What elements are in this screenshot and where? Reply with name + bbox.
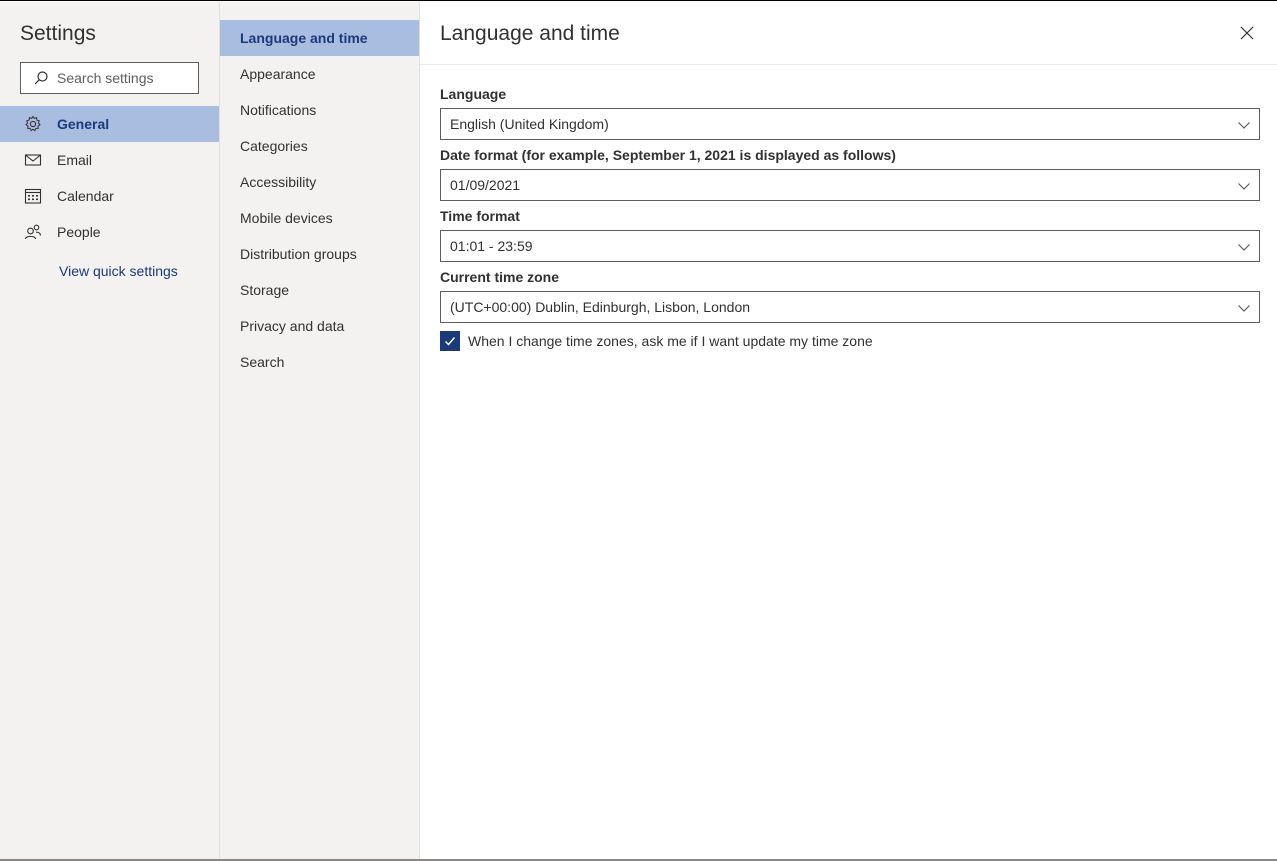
date-format-value: 01/09/2021 (450, 177, 521, 193)
time-zone-value: (UTC+00:00) Dublin, Edinburgh, Lisbon, L… (450, 299, 751, 315)
chevron-down-icon (1238, 183, 1250, 190)
settings-title: Settings (20, 22, 96, 45)
nav-item-calendar-label: Calendar (57, 188, 114, 204)
date-format-dropdown[interactable]: 01/09/2021 (440, 169, 1260, 201)
mail-icon (24, 151, 42, 169)
people-icon (24, 223, 42, 241)
language-value: English (United Kingdom) (450, 116, 609, 132)
close-icon (1240, 26, 1254, 40)
language-and-time-pane: Language and time Language English (Unit… (420, 2, 1277, 859)
time-zone-prompt-option[interactable]: When I change time zones, ask me if I wa… (440, 331, 873, 351)
nav-item-people[interactable]: People (0, 214, 219, 250)
general-subcategory-nav: Language and time Appearance Notificatio… (220, 2, 420, 859)
chevron-down-icon (1238, 122, 1250, 129)
time-zone-prompt-label: When I change time zones, ask me if I wa… (468, 333, 873, 349)
nav-item-email[interactable]: Email (0, 142, 219, 178)
subnav-item-notifications[interactable]: Notifications (220, 92, 419, 128)
subnav-item-appearance[interactable]: Appearance (220, 56, 419, 92)
time-format-value: 01:01 - 23:59 (450, 238, 533, 254)
calendar-icon (24, 187, 42, 205)
time-format-dropdown[interactable]: 01:01 - 23:59 (440, 230, 1260, 262)
subnav-item-categories[interactable]: Categories (220, 128, 419, 164)
nav-item-people-label: People (57, 224, 101, 240)
nav-item-general-label: General (57, 116, 110, 132)
time-zone-prompt-checkbox[interactable] (440, 331, 460, 351)
time-zone-dropdown[interactable]: (UTC+00:00) Dublin, Edinburgh, Lisbon, L… (440, 291, 1260, 323)
nav-item-email-label: Email (57, 152, 93, 168)
close-button[interactable] (1238, 24, 1256, 42)
settings-category-nav: Settings General (0, 2, 220, 859)
gear-icon (24, 115, 42, 133)
subnav-item-privacy-and-data[interactable]: Privacy and data (220, 308, 419, 344)
language-label: Language (440, 86, 507, 102)
date-format-label: Date format (for example, September 1, 2… (440, 147, 896, 163)
settings-window: Settings General (0, 0, 1277, 861)
nav-item-general[interactable]: General (0, 106, 219, 142)
subnav-item-storage[interactable]: Storage (220, 272, 419, 308)
time-format-label: Time format (440, 208, 520, 224)
view-quick-settings-link[interactable]: View quick settings (59, 263, 178, 279)
subnav-item-accessibility[interactable]: Accessibility (220, 164, 419, 200)
page-title: Language and time (440, 22, 620, 45)
time-zone-label: Current time zone (440, 269, 560, 285)
header-divider (420, 64, 1277, 65)
subnav-item-language-and-time[interactable]: Language and time (220, 20, 419, 56)
subnav-item-mobile-devices[interactable]: Mobile devices (220, 200, 419, 236)
search-settings-input[interactable] (57, 70, 187, 86)
search-icon (34, 71, 48, 85)
search-settings-box[interactable] (20, 62, 199, 94)
language-dropdown[interactable]: English (United Kingdom) (440, 108, 1260, 140)
subnav-item-distribution-groups[interactable]: Distribution groups (220, 236, 419, 272)
chevron-down-icon (1238, 305, 1250, 312)
nav-item-calendar[interactable]: Calendar (0, 178, 219, 214)
checkmark-icon (444, 337, 456, 346)
subnav-item-search[interactable]: Search (220, 344, 419, 380)
chevron-down-icon (1238, 244, 1250, 251)
